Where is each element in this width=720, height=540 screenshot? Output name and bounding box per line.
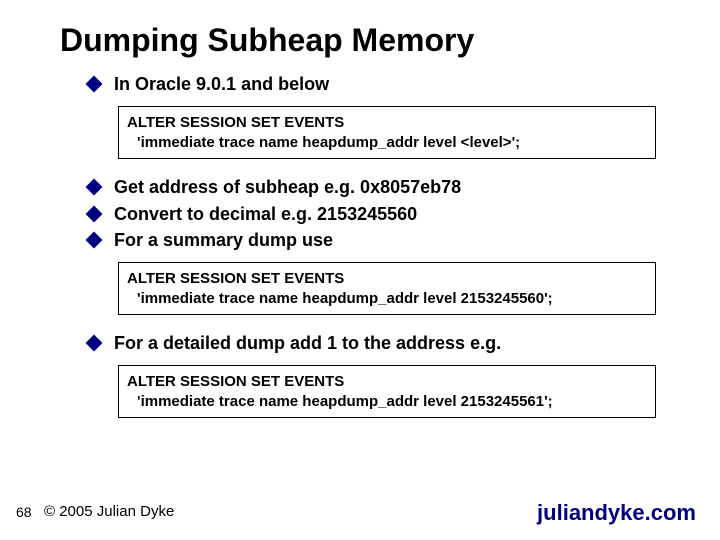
code-line: ALTER SESSION SET EVENTS [127,372,647,392]
code-line: 'immediate trace name heapdump_addr leve… [127,392,647,412]
bullet-item: Convert to decimal e.g. 2153245560 [88,202,688,226]
diamond-bullet-icon [86,335,103,352]
site-name: juliandyke.com [537,500,696,526]
page-number: 68 [16,504,32,520]
bullet-text: Get address of subheap e.g. 0x8057eb78 [114,175,461,199]
code-box: ALTER SESSION SET EVENTS 'immediate trac… [118,365,656,418]
bullet-text: In Oracle 9.0.1 and below [114,72,329,96]
slide-title: Dumping Subheap Memory [60,22,474,59]
bullet-item: In Oracle 9.0.1 and below [88,72,688,96]
bullet-item: For a summary dump use [88,228,688,252]
copyright-text: © 2005 Julian Dyke [44,503,174,520]
slide: Dumping Subheap Memory In Oracle 9.0.1 a… [0,0,720,540]
code-line: 'immediate trace name heapdump_addr leve… [127,133,647,153]
content-area: In Oracle 9.0.1 and below ALTER SESSION … [88,72,688,434]
diamond-bullet-icon [86,76,103,93]
bullet-text: For a detailed dump add 1 to the address… [114,331,501,355]
code-box: ALTER SESSION SET EVENTS 'immediate trac… [118,106,656,159]
bullet-item: For a detailed dump add 1 to the address… [88,331,688,355]
code-box: ALTER SESSION SET EVENTS 'immediate trac… [118,262,656,315]
diamond-bullet-icon [86,231,103,248]
code-line: ALTER SESSION SET EVENTS [127,269,647,289]
diamond-bullet-icon [86,205,103,222]
diamond-bullet-icon [86,179,103,196]
bullet-text: Convert to decimal e.g. 2153245560 [114,202,417,226]
code-line: 'immediate trace name heapdump_addr leve… [127,289,647,309]
bullet-text: For a summary dump use [114,228,333,252]
code-line: ALTER SESSION SET EVENTS [127,113,647,133]
bullet-item: Get address of subheap e.g. 0x8057eb78 [88,175,688,199]
